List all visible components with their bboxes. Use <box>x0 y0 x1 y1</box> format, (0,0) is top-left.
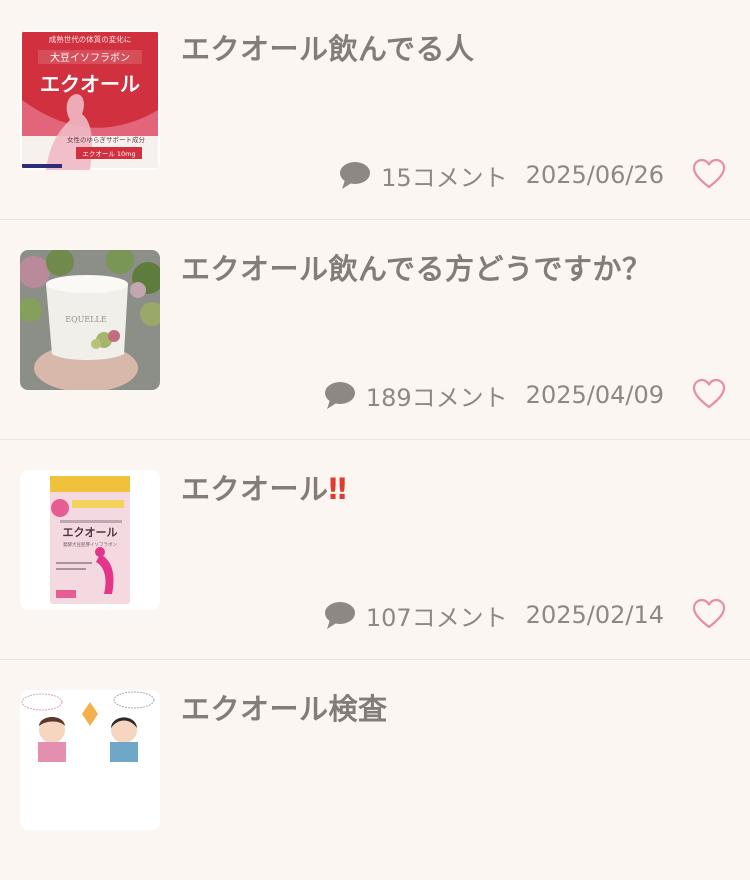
comment-icon <box>324 602 355 629</box>
thumb-support: 女性のゆらぎサポート成分 <box>67 135 146 144</box>
post-title[interactable]: エクオール検査 <box>181 686 388 728</box>
comment-count: 15コメント <box>381 163 508 192</box>
post-meta: 107コメント 2025/02/14 <box>324 597 664 633</box>
post-meta: 189コメント 2025/04/09 <box>324 377 664 413</box>
comment-icon <box>340 162 371 189</box>
post-date: 2025/02/14 <box>525 601 664 629</box>
list-item[interactable]: 成熟世代の体質の変化に 大豆イソフラボン エクオール 女性のゆらぎサポート成分 … <box>0 0 750 220</box>
double-exclamation-icon: ‼ <box>328 472 347 506</box>
post-title[interactable]: エクオール飲んでる人 <box>181 26 475 68</box>
post-title[interactable]: エクオール飲んでる方どうですか？ <box>181 246 652 288</box>
thumb-label: EQUELLE <box>65 315 107 324</box>
list-item[interactable]: エクオール 発酵大豆胚芽イソフラボン エクオール‼ 107コメント 2025/0… <box>0 440 750 660</box>
post-meta: 15コメント 2025/06/26 <box>339 157 664 193</box>
list-item[interactable]: エクオール検査 <box>0 660 750 880</box>
post-thumbnail[interactable]: エクオール 発酵大豆胚芽イソフラボン <box>20 470 160 610</box>
comment-count: 189コメント <box>365 383 508 412</box>
post-title-text[interactable]: エクオール飲んでる方どうですか？ <box>181 252 652 286</box>
post-date: 2025/04/09 <box>525 381 664 409</box>
thumb-amount: エクオール 10mg <box>82 150 135 158</box>
list-item[interactable]: EQUELLE エクオール飲んでる方どうですか？ 189コメント 2025/04… <box>0 220 750 440</box>
heart-icon[interactable] <box>692 598 726 630</box>
post-thumbnail[interactable] <box>20 690 160 830</box>
post-date: 2025/06/26 <box>525 161 664 189</box>
post-title-text[interactable]: エクオール飲んでる人 <box>181 32 475 66</box>
post-thumbnail[interactable]: 成熟世代の体質の変化に 大豆イソフラボン エクオール 女性のゆらぎサポート成分 … <box>20 30 160 170</box>
thumb-header: 成熟世代の体質の変化に <box>49 34 132 44</box>
thumb-sub: 発酵大豆胚芽イソフラボン <box>63 541 117 548</box>
comment-count: 107コメント <box>365 603 508 632</box>
thumb-name: エクオール <box>63 526 118 539</box>
heart-icon[interactable] <box>692 378 726 410</box>
post-title-text[interactable]: エクオール検査 <box>181 692 388 726</box>
comment-icon <box>324 382 355 409</box>
post-title-text[interactable]: エクオール <box>181 472 329 506</box>
post-thumbnail[interactable]: EQUELLE <box>20 250 160 390</box>
heart-icon[interactable] <box>692 158 726 190</box>
thumb-subtitle: 大豆イソフラボン <box>50 51 130 64</box>
post-title[interactable]: エクオール‼ <box>181 466 347 508</box>
thumb-name: エクオール <box>40 72 140 96</box>
